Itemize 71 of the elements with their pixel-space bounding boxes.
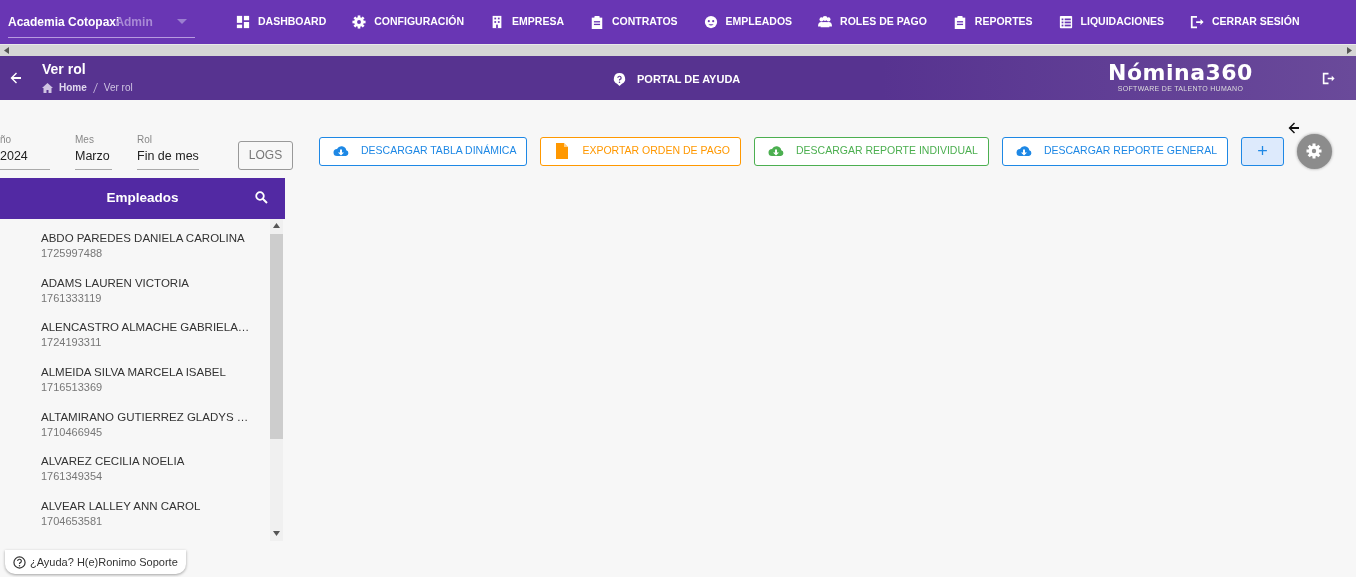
employee-name: ADAMS LAUREN VICTORIA (41, 275, 191, 291)
employee-id: 1704653581 (41, 514, 104, 530)
employee-item[interactable]: ALVAREZ CECILIA NOELIA 1761349354 (41, 454, 270, 500)
breadcrumb-separator-icon (92, 82, 98, 93)
dashboard-icon (236, 15, 250, 29)
help-portal-link[interactable]: PORTAL DE AYUDA (613, 71, 741, 88)
scroll-up-icon[interactable] (273, 223, 280, 228)
nav-link[interactable]: REPORTES (952, 14, 1033, 30)
cloud-download-icon (768, 143, 785, 159)
select-field[interactable]: Rol Fin de mes (137, 132, 199, 170)
panel-title: Empleados (106, 189, 179, 208)
back-icon[interactable] (1288, 122, 1300, 134)
employee-id: 1724193311 (41, 335, 103, 351)
people-icon (818, 15, 833, 29)
help-chip[interactable]: ¿Ayuda? H(e)Ronimo Soporte (5, 550, 186, 574)
caret-icon (177, 18, 187, 25)
employee-id: 1716513369 (41, 380, 104, 396)
employee-item[interactable]: ALMEIDA SILVA MARCELA ISABEL 1716513369 (41, 365, 270, 410)
employee-name: ALVAREZ CECILIA NOELIA (41, 454, 186, 470)
nav-link[interactable]: DASHBOARD (236, 14, 327, 30)
help-icon (613, 72, 626, 86)
scroll-right-icon[interactable] (1347, 47, 1352, 54)
cloud-download-icon (333, 143, 349, 159)
employee-item[interactable]: ADAMS LAUREN VICTORIA 1761333119 (41, 275, 270, 321)
scroll-down-icon[interactable] (273, 531, 280, 536)
back-icon[interactable] (10, 72, 22, 84)
select-field[interactable]: Mes Marzo (75, 132, 112, 170)
face-icon (703, 15, 718, 29)
scrollbar[interactable] (0, 44, 1356, 56)
nav-link[interactable]: CONTRATOS (590, 14, 678, 30)
employee-id: 1761349354 (41, 469, 104, 485)
action-button[interactable]: DESCARGAR REPORTE GENERAL (1001, 136, 1228, 166)
search-icon[interactable] (255, 191, 268, 204)
file-icon (554, 143, 571, 159)
logs-button[interactable]: LOGS (238, 140, 293, 170)
employee-item[interactable]: ABDO PAREDES DANIELA CAROLINA 1725997488 (41, 231, 270, 276)
nav-link[interactable]: CONFIGURACIÓN (352, 14, 465, 30)
home-icon (42, 82, 53, 93)
scroll-left-icon[interactable] (4, 47, 9, 54)
employee-item[interactable]: ALVEAR LALLEY ANN CAROL 1704653581 (41, 499, 270, 544)
gear-icon (352, 15, 367, 29)
nav-link[interactable]: ROLES DE PAGO (818, 14, 927, 30)
list-icon (1058, 15, 1073, 29)
employee-item[interactable]: ALENCASTRO ALMACHE GABRIELA… 1724193311 (41, 320, 270, 366)
employee-name: ALMEIDA SILVA MARCELA ISABEL (41, 365, 227, 381)
breadcrumb-link[interactable]: Home (59, 80, 87, 95)
logo: Nómina360 (1108, 62, 1253, 84)
logout-icon (1190, 15, 1204, 29)
employee-id: 1710466945 (41, 424, 104, 440)
action-button[interactable]: DESCARGAR TABLA DINÁMICA (319, 136, 528, 166)
employee-name: ALTAMIRANO GUTIERREZ GLADYS … (41, 409, 250, 425)
nav-link[interactable]: EMPRESA (490, 14, 565, 30)
employee-id: 1761333119 (41, 290, 103, 306)
clipboard-icon (590, 15, 605, 29)
clipboard-icon (952, 15, 967, 29)
help-icon (13, 555, 26, 569)
employee-name: ALVEAR LALLEY ANN CAROL (41, 499, 202, 515)
gear-icon (1306, 143, 1323, 159)
page-title: Ver rol (42, 61, 87, 77)
select-field[interactable]: ño 2024 (0, 132, 50, 170)
breadcrumb-current: Ver rol (103, 81, 133, 95)
cloud-download-icon (1015, 143, 1032, 159)
nav-link[interactable]: LIQUIDACIONES (1058, 14, 1164, 30)
employee-id: 1725997488 (41, 246, 104, 261)
employee-item[interactable]: ALTAMIRANO GUTIERREZ GLADYS … 1710466945 (41, 409, 270, 455)
logout-icon[interactable] (1322, 72, 1335, 85)
employee-name: ABDO PAREDES DANIELA CAROLINA (41, 231, 246, 246)
scrollbar[interactable] (270, 219, 283, 541)
nav-link[interactable]: CERRAR SESIÓN (1190, 14, 1300, 30)
nav-link[interactable]: EMPLEADOS (703, 14, 793, 30)
employee-name: ALENCASTRO ALMACHE GABRIELA… (41, 320, 251, 336)
